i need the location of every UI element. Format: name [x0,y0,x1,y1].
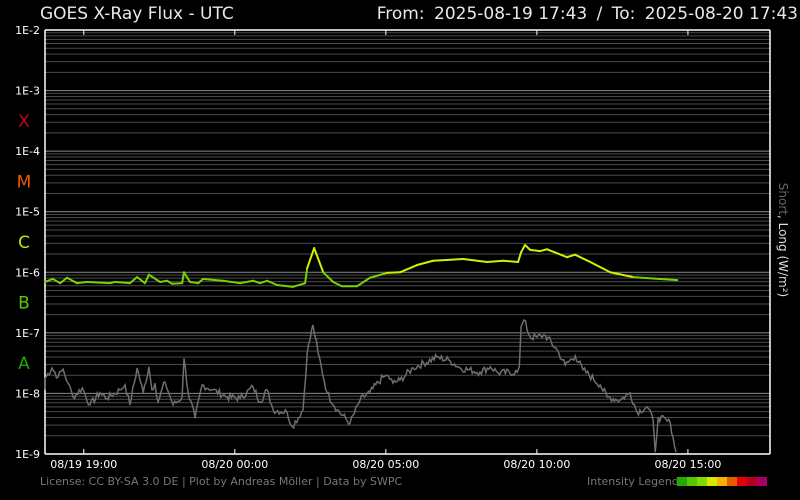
flare-class-A: A [18,354,30,374]
series-long-segment [221,279,242,285]
flare-class-M: M [17,172,32,192]
series-long-segment [322,271,335,283]
y-tick-label: 1E-6 [15,266,40,279]
y-tick-label: 1E-2 [15,24,40,37]
y-axis-sep: , [776,214,790,219]
series-long-segment [171,282,184,285]
series-long-segment [432,257,465,262]
intensity-legend-bar [676,477,767,486]
series-long-segment [546,248,568,259]
series-long-segment [313,247,325,274]
series-long-segment [182,271,191,283]
y-axis-title: Short, Long (W/m²) [776,183,790,297]
y-tick-label: 1E-5 [15,206,40,219]
flare-class-B: B [18,294,30,314]
legend-swatch-5 [726,477,737,486]
series-long-segment [574,253,592,263]
legend-swatch-2 [696,477,707,486]
series-long-segment [114,280,131,285]
series-long-segment [306,247,316,270]
series-long-segment [85,280,111,285]
y-axis-short-label: Short [776,182,790,215]
series-long-segment [524,244,532,251]
x-tick-label: 08/20 05:00 [352,458,419,471]
y-axis-long-label: Long (W/m²) [776,222,790,298]
series-long-segment [416,259,435,267]
y-tick-label: 1E-3 [15,85,40,98]
series-long-segment [239,279,255,285]
legend-swatch-8 [756,477,767,486]
series-short-line [44,319,677,453]
series-long-segment [201,277,224,282]
series-long-segment [486,259,505,263]
series-long-segment [520,244,527,254]
series-long-segment [252,279,262,285]
legend-swatch-1 [686,477,697,486]
series-long-segment [632,276,662,280]
x-tick-label: 08/20 15:00 [654,458,721,471]
legend-swatch-3 [706,477,717,486]
intensity-legend: Intensity Legend [587,475,767,488]
x-tick-label: 08/19 19:00 [50,458,117,471]
series-long-segment [159,279,169,283]
flare-class-C: C [18,233,30,253]
series-long-segment [659,277,679,282]
series-long-segment [76,280,88,285]
y-tick-label: 1E-4 [15,145,40,158]
series-long-segment [398,264,419,274]
x-tick-label: 08/20 00:00 [201,458,268,471]
series-long-segment [462,257,489,263]
series-long-segment [502,259,520,263]
y-tick-label: 1E-9 [15,448,40,461]
series-long-segment [292,282,307,288]
series-long-segment [189,280,200,285]
series-long-segment [304,267,309,285]
legend-swatch-4 [716,477,727,486]
series-long-segment [566,253,577,259]
series-long-segment [539,248,549,253]
legend-swatch-0 [676,477,687,486]
series-long-segment [51,277,62,285]
credits: License: CC BY-SA 3.0 DE | Plot by Andre… [40,475,403,488]
legend-swatch-7 [746,477,757,486]
y-tick-label: 1E-7 [15,327,40,340]
legend-swatch-6 [736,477,747,486]
series-long-segment [385,271,401,274]
y-tick-label: 1E-8 [15,387,40,400]
series-long-segment [259,279,269,285]
series-long-segment [589,260,612,274]
intensity-legend-label: Intensity Legend [587,475,679,488]
x-tick-label: 08/20 10:00 [503,458,570,471]
xray-flux-chart: 1E-2 1E-3 1E-4 1E-5 1E-6 1E-7 1E-8 1E-9 X M C B A 08/… [15,24,771,471]
series-long-segment [529,248,542,253]
flare-class-X: X [18,112,30,132]
